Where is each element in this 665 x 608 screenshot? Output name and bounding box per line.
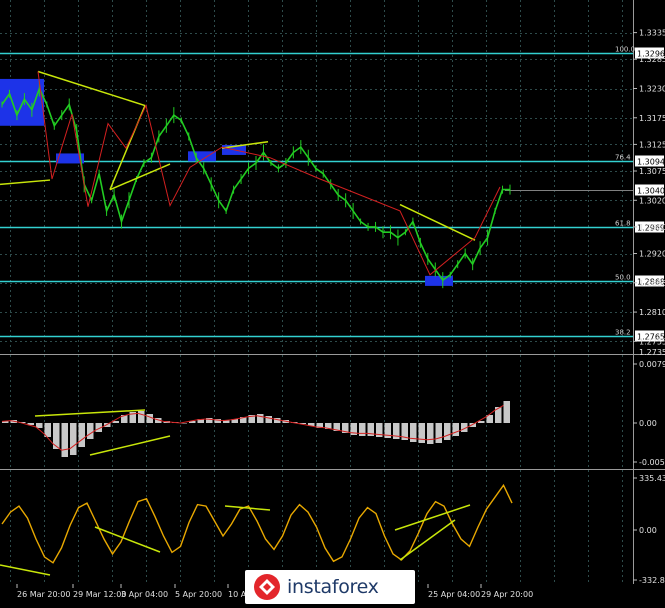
price-tick-label: 1.2755 (639, 337, 665, 346)
time-tick-label: 25 Apr 04:00 (428, 590, 480, 599)
macd-bar (359, 423, 366, 436)
price-tick-label: 1.3020 (639, 196, 665, 205)
instaforex-logo: instaforex (245, 570, 415, 604)
time-tick-label: 26 Mar 20:00 (17, 590, 70, 599)
macd-bar (61, 423, 68, 457)
macd-bar (427, 423, 434, 444)
current-price-value: 1.3040 (637, 187, 665, 196)
price-tick-label: 1.3125 (639, 140, 665, 149)
macd-bar (138, 411, 145, 423)
macd-tick-label: 0.00 (639, 419, 657, 428)
macd-bar (444, 423, 451, 440)
fib-level-label: 100.0 (615, 46, 635, 54)
highlight-box (425, 275, 453, 286)
macd-bar (87, 423, 94, 439)
macd-bar (78, 423, 85, 447)
macd-bar (503, 401, 510, 423)
cci-tick-label: 335.4369 (639, 474, 665, 483)
time-tick-label: 29 Mar 12:00 (73, 590, 126, 599)
fib-level-label: 61.8 (615, 220, 631, 228)
price-tick-label: 1.2810 (639, 308, 665, 317)
macd-bar (435, 423, 442, 443)
price-tick-label: 1.2865 (639, 279, 665, 288)
chart-svg: 100.0 1.329676.4 1.309461.8 1.296950.0 1.286… (0, 0, 665, 599)
fib-level-label: 38.2 (615, 329, 631, 337)
macd-tick-label: 0.00798 (639, 360, 665, 369)
highlight-box (0, 78, 44, 126)
instaforex-logo-icon (254, 574, 280, 600)
macd-bar (146, 414, 153, 423)
cci-tick-label: -332.874 (639, 576, 665, 585)
fib-price-value: 1.3094 (637, 158, 665, 167)
macd-bar (452, 423, 459, 436)
price-tick-label: 1.2920 (639, 250, 665, 259)
price-tick-label: 1.3335 (639, 29, 665, 38)
price-tick-label: 1.3230 (639, 85, 665, 94)
time-tick-label: 29 Apr 20:00 (481, 590, 533, 599)
logo-text: instaforex (287, 576, 379, 598)
fib-level-label: 76.4 (615, 154, 631, 162)
time-tick-label: 5 Apr 20:00 (175, 590, 222, 599)
time-tick-label: 3 Apr 04:00 (121, 590, 168, 599)
price-tick-label: 1.3285 (639, 55, 665, 64)
price-bottom-label: 1.2735 (639, 348, 665, 357)
macd-tick-label: -0.00571 (639, 458, 665, 467)
cci-tick-label: 0.00 (639, 526, 657, 535)
fib-level-label: 50.0 (615, 274, 631, 282)
macd-bar (70, 423, 77, 455)
macd-bar (257, 414, 264, 423)
price-tick-label: 1.3175 (639, 114, 665, 123)
trading-chart: 100.0 1.3296 76.4 1.3094 61.8 1.2969 50.0 1.286… (0, 0, 665, 604)
price-tick-label: 1.3075 (639, 167, 665, 176)
macd-bar (265, 416, 272, 423)
price-tick-label: 1.2970 (639, 223, 665, 232)
